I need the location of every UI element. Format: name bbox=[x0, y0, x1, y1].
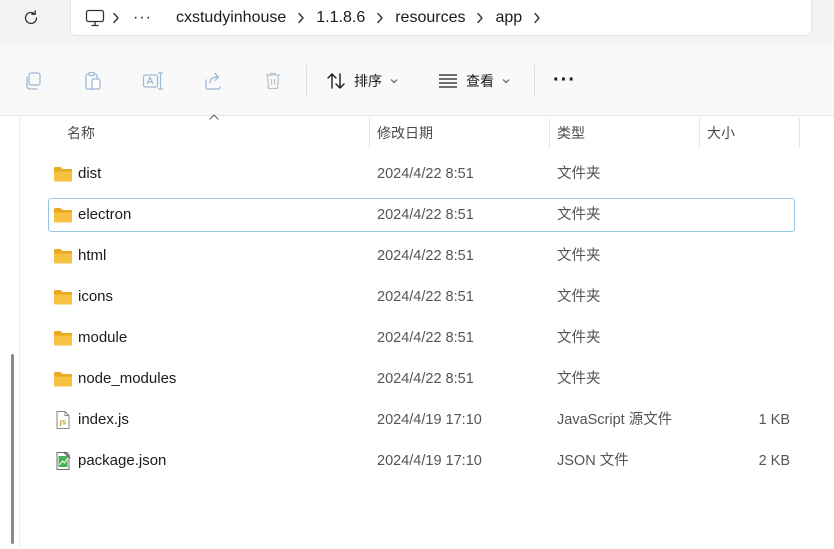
monitor-icon bbox=[85, 9, 105, 26]
trash-icon bbox=[266, 72, 280, 90]
toolbar-divider bbox=[306, 65, 307, 97]
paste-icon bbox=[85, 71, 101, 90]
file-name[interactable]: icons bbox=[78, 281, 113, 313]
breadcrumb-app[interactable]: app bbox=[491, 9, 526, 27]
folder-icon bbox=[54, 167, 72, 182]
file-name[interactable]: dist bbox=[78, 158, 101, 190]
delete-button[interactable] bbox=[259, 67, 287, 95]
share-button[interactable] bbox=[199, 67, 227, 95]
file-row[interactable]: package.json 2024/4/19 17:10 JSON 文件 2 K… bbox=[48, 444, 795, 478]
chevron-right-icon[interactable] bbox=[105, 12, 127, 24]
file-type: 文件夹 bbox=[557, 371, 601, 387]
rename-button[interactable] bbox=[139, 67, 167, 95]
file-row[interactable]: node_modules 2024/4/22 8:51 文件夹 bbox=[48, 362, 795, 396]
chevron-down-icon bbox=[390, 79, 398, 84]
column-divider[interactable] bbox=[369, 118, 370, 148]
file-row[interactable]: module 2024/4/22 8:51 文件夹 bbox=[48, 321, 795, 355]
file-row[interactable]: icons 2024/4/22 8:51 文件夹 bbox=[48, 280, 795, 314]
share-icon bbox=[205, 72, 221, 90]
file-type: 文件夹 bbox=[557, 207, 601, 223]
file-name[interactable]: module bbox=[78, 322, 127, 354]
file-modified: 2024/4/19 17:10 bbox=[377, 453, 482, 469]
column-size[interactable]: 大小 bbox=[707, 116, 735, 150]
column-name[interactable]: 名称 bbox=[67, 116, 95, 150]
file-modified: 2024/4/22 8:51 bbox=[377, 289, 474, 305]
folder-icon bbox=[54, 331, 72, 346]
file-type: JavaScript 源文件 bbox=[557, 412, 673, 428]
sort-label: 排序 bbox=[354, 73, 382, 89]
file-type: JSON 文件 bbox=[557, 453, 629, 469]
sort-icon bbox=[327, 73, 345, 89]
paste-button[interactable] bbox=[79, 67, 107, 95]
column-divider[interactable] bbox=[549, 118, 550, 148]
folder-icon bbox=[54, 249, 72, 264]
rename-icon bbox=[142, 72, 164, 90]
chevron-right-icon[interactable] bbox=[526, 12, 548, 24]
column-divider[interactable] bbox=[799, 118, 800, 148]
sort-ascending-icon bbox=[209, 114, 219, 120]
chevron-right-icon[interactable] bbox=[369, 12, 391, 24]
breadcrumb-cxstudyinhouse[interactable]: cxstudyinhouse bbox=[172, 9, 290, 27]
more-options-button[interactable]: ··· bbox=[553, 70, 576, 90]
file-name[interactable]: html bbox=[78, 240, 106, 272]
file-type: 文件夹 bbox=[557, 330, 601, 346]
file-type: 文件夹 bbox=[557, 248, 601, 264]
file-type: 文件夹 bbox=[557, 166, 601, 182]
refresh-button[interactable] bbox=[16, 5, 46, 31]
file-explorer-window: ··· cxstudyinhouse 1.1.8.6 resources app bbox=[0, 0, 834, 549]
column-header: 名称 修改日期 类型 大小 bbox=[22, 114, 802, 150]
file-row[interactable]: dist 2024/4/22 8:51 文件夹 bbox=[48, 157, 795, 191]
file-name[interactable]: package.json bbox=[78, 445, 166, 477]
svg-text:JS: JS bbox=[59, 420, 67, 427]
file-row[interactable]: html 2024/4/22 8:51 文件夹 bbox=[48, 239, 795, 273]
sort-menu-button[interactable]: 排序 bbox=[326, 67, 398, 95]
breadcrumb-version[interactable]: 1.1.8.6 bbox=[312, 9, 369, 27]
file-modified: 2024/4/22 8:51 bbox=[377, 248, 474, 264]
toolbar-divider bbox=[534, 65, 535, 97]
file-modified: 2024/4/22 8:51 bbox=[377, 371, 474, 387]
address-bar-row: ··· cxstudyinhouse 1.1.8.6 resources app bbox=[0, 0, 834, 45]
address-box[interactable]: ··· cxstudyinhouse 1.1.8.6 resources app bbox=[70, 0, 812, 36]
file-modified: 2024/4/22 8:51 bbox=[377, 207, 474, 223]
file-name[interactable]: electron bbox=[78, 199, 131, 231]
breadcrumb-overflow[interactable]: ··· bbox=[127, 9, 158, 27]
this-pc-segment[interactable] bbox=[85, 0, 105, 35]
file-row[interactable]: JS index.js 2024/4/19 17:10 JavaScript 源… bbox=[48, 403, 795, 437]
copy-button[interactable] bbox=[19, 67, 47, 95]
file-size: 2 KB bbox=[758, 453, 790, 469]
column-type[interactable]: 类型 bbox=[557, 116, 585, 150]
file-list-pane: 名称 修改日期 类型 大小 dist 2024/4/22 8:51 文件夹 el… bbox=[0, 114, 834, 549]
file-name[interactable]: node_modules bbox=[78, 363, 176, 395]
file-size: 1 KB bbox=[758, 412, 790, 428]
command-bar: 排序 查看 ··· bbox=[0, 45, 834, 116]
breadcrumb-resources[interactable]: resources bbox=[391, 9, 469, 27]
file-name[interactable]: index.js bbox=[78, 404, 129, 436]
folder-icon bbox=[54, 208, 72, 223]
vertical-scrollbar[interactable] bbox=[0, 116, 20, 549]
js-file-icon: JS bbox=[56, 411, 70, 429]
chevron-right-icon[interactable] bbox=[290, 12, 312, 24]
scrollbar-thumb[interactable] bbox=[11, 354, 14, 544]
column-divider[interactable] bbox=[699, 118, 700, 148]
chevron-down-icon bbox=[502, 79, 510, 84]
view-list-icon bbox=[439, 74, 457, 88]
file-modified: 2024/4/22 8:51 bbox=[377, 166, 474, 182]
file-modified: 2024/4/22 8:51 bbox=[377, 330, 474, 346]
view-menu-button[interactable]: 查看 bbox=[438, 67, 510, 95]
folder-icon bbox=[54, 290, 72, 305]
folder-icon bbox=[54, 372, 72, 387]
column-modified[interactable]: 修改日期 bbox=[377, 116, 433, 150]
copy-icon bbox=[26, 72, 41, 90]
file-row-selected[interactable]: electron 2024/4/22 8:51 文件夹 bbox=[48, 198, 795, 232]
chevron-right-icon[interactable] bbox=[469, 12, 491, 24]
json-file-icon bbox=[56, 451, 71, 470]
refresh-icon bbox=[24, 10, 38, 25]
file-type: 文件夹 bbox=[557, 289, 601, 305]
file-modified: 2024/4/19 17:10 bbox=[377, 412, 482, 428]
view-label: 查看 bbox=[466, 73, 494, 89]
